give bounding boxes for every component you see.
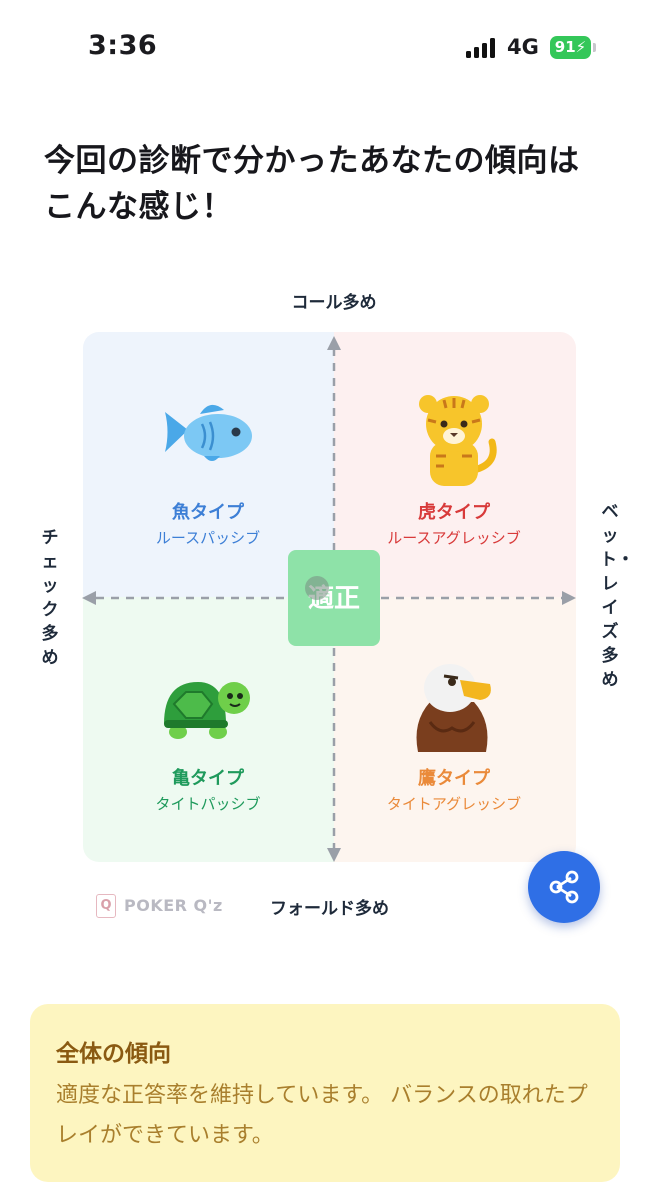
summary-text: 適度な正答率を維持しています。 バランスの取れたプレイができています。 xyxy=(56,1083,588,1148)
eagle-type-name: 鷹タイプ xyxy=(418,768,490,789)
battery-level: 91 xyxy=(554,38,576,56)
eagle-icon xyxy=(416,664,491,752)
turtle-type-sub: タイトパッシブ xyxy=(155,795,261,813)
share-button[interactable] xyxy=(528,851,600,923)
tiger-icon xyxy=(419,395,497,486)
signal-icon xyxy=(466,38,498,58)
status-time: 3:36 xyxy=(88,30,158,61)
battery-cap xyxy=(593,43,596,52)
axis-label-bottom: フォールド多め xyxy=(270,899,389,919)
center-label: 適正 xyxy=(307,584,360,614)
turtle-icon xyxy=(164,682,250,739)
battery-icon: 91⚡ xyxy=(550,36,591,59)
fish-type-sub: ルースパッシブ xyxy=(155,529,261,547)
status-bar: 3:36 4G 91⚡ xyxy=(0,0,650,96)
tiger-type-sub: ルースアグレッシブ xyxy=(387,529,521,547)
logo-text: POKER Q'z xyxy=(124,896,223,915)
page-title: 今回の診断で分かったあなたの傾向は こんな感じ！ xyxy=(44,138,624,230)
fish-type-name: 魚タイプ xyxy=(172,502,244,523)
tiger-type-name: 虎タイプ xyxy=(418,502,490,523)
current-position-dot xyxy=(305,576,329,600)
axis-label-top: コール多め xyxy=(291,293,377,313)
eagle-type-sub: タイトアグレッシブ xyxy=(386,795,522,813)
share-icon xyxy=(549,870,579,904)
page-title-line1: 今回の診断で分かったあなたの傾向は xyxy=(44,143,580,179)
network-type: 4G xyxy=(507,35,539,59)
page-title-line2: こんな感じ！ xyxy=(44,189,233,225)
summary-card: 全体の傾向 適度な正答率を維持しています。 バランスの取れたプレイができています… xyxy=(30,1004,620,1182)
axis-label-right: ベット・レイズ多め xyxy=(600,502,634,690)
axis-label-left: チェック多め xyxy=(41,528,59,668)
fish-icon xyxy=(165,404,252,461)
logo-mark: Q xyxy=(96,894,116,918)
turtle-type-name: 亀タイプ xyxy=(172,768,244,789)
summary-title: 全体の傾向 xyxy=(56,1041,171,1067)
